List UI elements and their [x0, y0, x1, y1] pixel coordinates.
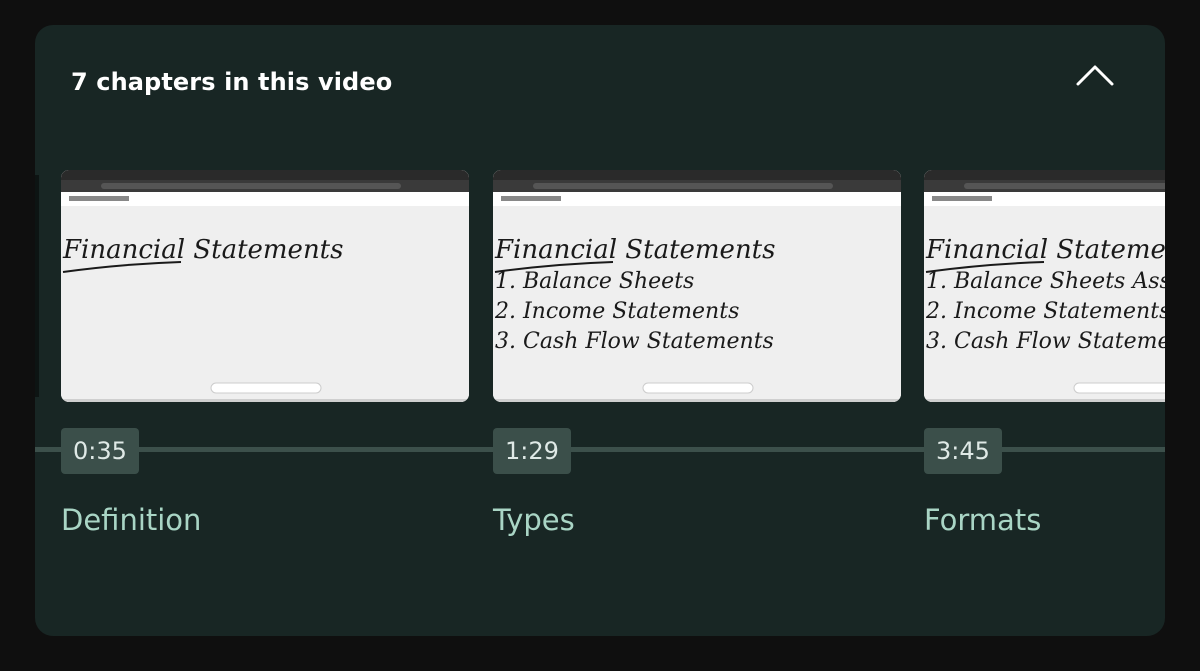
thumbnail-list-text: 1. Balance Sheets	[495, 269, 694, 294]
chapter-timestamp[interactable]: 3:45	[924, 428, 1002, 474]
thumbnail-list-text: 3. Cash Flow Statements Inc	[926, 329, 1165, 354]
chapter-title[interactable]: Formats	[924, 500, 1041, 540]
collapse-button[interactable]	[1067, 47, 1123, 103]
previous-chapter-edge	[35, 175, 39, 397]
chapters-panel: 7 chapters in this video Financial State…	[35, 25, 1165, 636]
chapter-timestamp[interactable]: 0:35	[61, 428, 139, 474]
thumbnail-heading-text: Financial Statements	[494, 235, 775, 265]
thumbnail-list-text: 2. Income Statements	[494, 299, 739, 324]
chapter-title[interactable]: Types	[493, 500, 575, 540]
thumbnail-heading-text: Financial Statements	[925, 235, 1165, 265]
chapter-timestamp[interactable]: 1:29	[493, 428, 571, 474]
chapter-thumbnail[interactable]: Financial Statements 1. Balance Sheets 2. …	[493, 170, 901, 402]
chapters-title: 7 chapters in this video	[71, 68, 393, 96]
chevron-up-icon	[1076, 65, 1114, 86]
chapter-thumbnail[interactable]: Financial Statements 1. Balance Sheets As…	[924, 170, 1165, 402]
thumbnail-list-text: 2. Income Statements Sales	[925, 299, 1165, 324]
chapter-title[interactable]: Definition	[61, 500, 201, 540]
chapter-thumbnail[interactable]: Financial Statements	[61, 170, 469, 402]
thumbnail-list-text: 3. Cash Flow Statements	[495, 329, 774, 354]
thumbnail-list-text: 1. Balance Sheets Assets	[926, 269, 1165, 294]
thumbnail-heading-text: Financial Statements	[62, 235, 343, 265]
